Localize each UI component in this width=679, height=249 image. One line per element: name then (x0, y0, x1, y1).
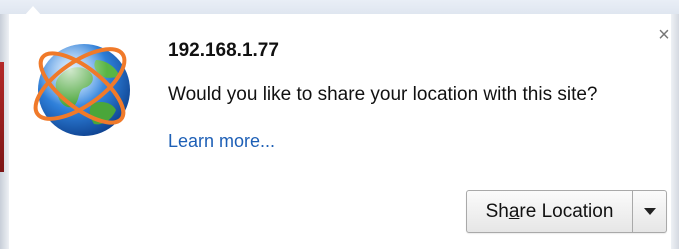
location-prompt-text: Would you like to share your location wi… (168, 84, 598, 105)
site-host: 192.168.1.77 (168, 40, 279, 61)
learn-more-link[interactable]: Learn more... (168, 131, 275, 152)
left-accent-strip (0, 62, 4, 172)
right-window-edge (671, 14, 679, 249)
left-window-edge (0, 14, 9, 249)
browser-top-bar (0, 0, 679, 16)
share-label-suffix: re Location (519, 201, 614, 222)
share-label-accesskey: a (508, 201, 520, 222)
close-icon[interactable]: × (656, 25, 672, 45)
chevron-down-icon (643, 208, 656, 215)
share-options-dropdown-button[interactable] (632, 191, 666, 232)
share-label-prefix: Sh (485, 201, 509, 222)
share-location-control: Share Location (466, 190, 667, 233)
share-location-button[interactable]: Share Location (467, 191, 632, 232)
location-globe-icon (33, 44, 130, 136)
